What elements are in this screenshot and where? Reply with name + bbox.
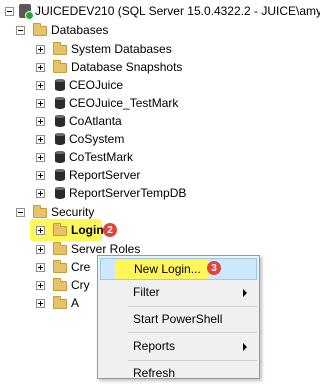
folder-icon bbox=[53, 296, 67, 309]
collapse-databases-toggle[interactable] bbox=[16, 25, 25, 35]
database-icon bbox=[55, 133, 65, 145]
tree-item-label: CEOJuice bbox=[69, 78, 124, 92]
database-icon bbox=[55, 169, 65, 181]
menu-separator bbox=[128, 306, 257, 307]
database-icon bbox=[55, 187, 65, 199]
tree-item-database[interactable]: CoTestMark bbox=[36, 148, 133, 166]
menu-item-new-login[interactable]: New Login... bbox=[100, 258, 257, 280]
tree-item-credentials[interactable]: Cre bbox=[36, 258, 90, 276]
expand-toggle[interactable] bbox=[36, 280, 45, 290]
tree-item-label: Cre bbox=[71, 260, 91, 274]
expand-toggle[interactable] bbox=[36, 116, 45, 126]
submenu-arrow-icon bbox=[243, 343, 247, 351]
tree-item-database[interactable]: CoAtlanta bbox=[36, 112, 122, 130]
tree-item-label: CoSystem bbox=[69, 132, 125, 146]
folder-icon bbox=[53, 60, 67, 73]
step-3-badge: 3 bbox=[207, 261, 221, 275]
tree-item-label: Database Snapshots bbox=[71, 60, 183, 74]
menu-item-label: Start PowerShell bbox=[133, 312, 223, 326]
database-icon bbox=[55, 97, 65, 109]
tree-item-database[interactable]: CEOJuice bbox=[36, 76, 123, 94]
menu-item-label: Filter bbox=[133, 285, 160, 299]
folder-icon bbox=[53, 260, 67, 273]
tree-item-label: Server Roles bbox=[71, 242, 141, 256]
expand-toggle[interactable] bbox=[36, 62, 45, 72]
tree-item-label: A bbox=[71, 296, 80, 310]
folder-icon bbox=[53, 242, 67, 255]
menu-item-start-powershell[interactable]: Start PowerShell bbox=[98, 308, 259, 330]
tree-item-database[interactable]: ReportServerTempDB bbox=[36, 184, 186, 202]
expand-toggle[interactable] bbox=[36, 44, 45, 54]
databases-label: Databases bbox=[51, 23, 109, 37]
tree-item-cryptographic-providers[interactable]: Cry bbox=[36, 276, 90, 294]
tree-item-databases[interactable]: Databases bbox=[16, 21, 108, 39]
tree-item-label: Cry bbox=[71, 278, 90, 292]
collapse-server-toggle[interactable] bbox=[5, 6, 14, 16]
submenu-arrow-icon bbox=[243, 289, 247, 297]
tree-item-database-snapshots[interactable]: Database Snapshots bbox=[36, 58, 182, 76]
menu-item-label: Reports bbox=[133, 339, 176, 353]
database-icon bbox=[55, 79, 65, 91]
expand-toggle[interactable] bbox=[36, 152, 45, 162]
menu-item-label: Refresh bbox=[133, 366, 176, 380]
menu-item-reports[interactable]: Reports bbox=[98, 335, 259, 357]
tree-item-database[interactable]: CoSystem bbox=[36, 130, 124, 148]
tree-item-label: ReportServer bbox=[69, 168, 141, 182]
tree-item-label: CoTestMark bbox=[69, 150, 134, 164]
expand-toggle[interactable] bbox=[36, 134, 45, 144]
expand-toggle[interactable] bbox=[36, 170, 45, 180]
database-icon bbox=[55, 151, 65, 163]
folder-icon bbox=[53, 278, 67, 291]
menu-item-label: New Login... bbox=[134, 262, 201, 276]
context-menu: New Login... Filter Start PowerShell Rep… bbox=[97, 255, 260, 380]
folder-icon bbox=[33, 205, 47, 218]
expand-toggle[interactable] bbox=[36, 188, 45, 198]
server-label: JUICEDEV210 (SQL Server 15.0.4322.2 - JU… bbox=[35, 4, 320, 18]
tree-item-label: CEOJuice_TestMark bbox=[69, 96, 179, 110]
expand-toggle[interactable] bbox=[36, 98, 45, 108]
step-2-badge: 2 bbox=[103, 223, 117, 237]
tree-item-label: CoAtlanta bbox=[69, 114, 122, 128]
database-icon bbox=[55, 115, 65, 127]
folder-icon bbox=[53, 223, 67, 236]
tree-item-label: ReportServerTempDB bbox=[69, 186, 187, 200]
expand-toggle[interactable] bbox=[36, 225, 45, 235]
expand-toggle[interactable] bbox=[36, 262, 45, 272]
expand-toggle[interactable] bbox=[36, 244, 45, 254]
collapse-security-toggle[interactable] bbox=[16, 207, 25, 217]
folder-icon bbox=[33, 23, 47, 36]
server-icon bbox=[19, 4, 34, 20]
menu-item-refresh[interactable]: Refresh bbox=[98, 362, 259, 384]
server-node[interactable]: JUICEDEV210 (SQL Server 15.0.4322.2 - JU… bbox=[5, 2, 320, 20]
menu-item-filter[interactable]: Filter bbox=[98, 281, 259, 303]
tree-item-database[interactable]: ReportServer bbox=[36, 166, 140, 184]
expand-toggle[interactable] bbox=[36, 80, 45, 90]
folder-icon bbox=[53, 42, 67, 55]
expand-toggle[interactable] bbox=[36, 298, 45, 308]
menu-separator bbox=[128, 332, 257, 333]
tree-item-system-databases[interactable]: System Databases bbox=[36, 40, 172, 58]
tree-item-database[interactable]: CEOJuice_TestMark bbox=[36, 94, 178, 112]
tree-item-audits[interactable]: A bbox=[36, 294, 79, 312]
tree-item-logins[interactable]: Logins bbox=[36, 221, 110, 239]
menu-separator bbox=[128, 360, 257, 361]
security-label: Security bbox=[51, 205, 95, 219]
tree-item-label: System Databases bbox=[71, 42, 172, 56]
